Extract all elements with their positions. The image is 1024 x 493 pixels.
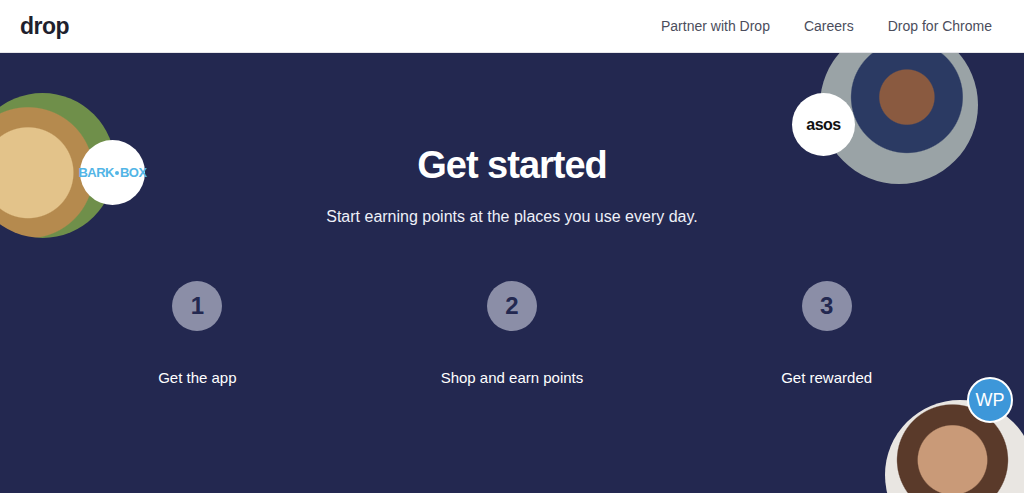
step: 1 Get the app [40,281,355,390]
asos-logo: asos [806,113,840,137]
step: 3 Get rewarded [669,281,984,390]
top-navbar: drop Partner with Drop Careers Drop for Chr… [0,0,1024,53]
step-number: 2 [487,281,537,331]
step-label: Shop and earn points [441,367,584,390]
nav-link[interactable]: Drop for Chrome [888,16,992,37]
step-label: Get the app [158,367,236,390]
barkbox-logo: BARK BOX [78,163,146,183]
wp-badge: WP [967,377,1013,423]
hero-subtitle: Start earning points at the places you u… [0,205,1024,229]
barkbox-badge: BARK BOX [80,140,145,205]
barkbox-text: BOX [120,163,147,183]
asos-badge: asos [792,93,855,156]
steps-row: 1 Get the app 2 Shop and earn points 3 Get re… [40,281,984,390]
step: 2 Shop and earn points [355,281,670,390]
step-number: 1 [172,281,222,331]
dog-icon [114,169,120,177]
nav-link[interactable]: Partner with Drop [661,16,770,37]
nav-links: Partner with Drop Careers Drop for Chrome [661,16,992,37]
nav-link[interactable]: Careers [804,16,854,37]
barkbox-text: BARK [78,163,114,183]
drop-logo[interactable]: drop [20,9,69,44]
wp-logo: WP [976,387,1005,414]
step-label: Get rewarded [781,367,872,390]
step-number: 3 [802,281,852,331]
hero-section: Get startedStart earning points at the p… [0,53,1024,493]
